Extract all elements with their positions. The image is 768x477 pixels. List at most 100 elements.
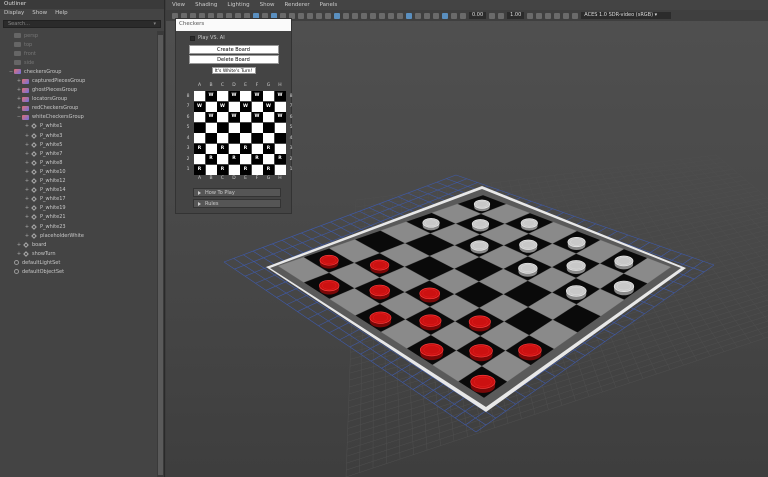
board-cell[interactable]: W — [274, 112, 286, 122]
board-cell[interactable] — [240, 91, 251, 101]
toolbar-button[interactable] — [498, 12, 505, 19]
toolbar-button[interactable] — [334, 12, 340, 19]
toolbar-button[interactable] — [460, 12, 466, 19]
board-cell[interactable]: W — [240, 101, 251, 112]
board-cell[interactable] — [240, 122, 251, 133]
board-cell[interactable] — [274, 164, 286, 175]
outliner-node[interactable]: + P_white23 — [0, 222, 157, 231]
board-cell[interactable] — [228, 164, 240, 175]
board-cell[interactable]: R — [274, 154, 286, 164]
board-cell[interactable] — [228, 143, 240, 154]
toolbar-button[interactable] — [406, 12, 412, 19]
board-cell[interactable] — [217, 154, 228, 164]
board-cell[interactable] — [263, 133, 274, 143]
outliner-node[interactable]: + P_white3 — [0, 131, 157, 140]
expand-toggle-icon[interactable]: + — [24, 233, 30, 239]
outliner-node[interactable]: defaultLightSet — [0, 258, 157, 267]
outliner-node[interactable]: + P_white14 — [0, 186, 157, 195]
toolbar-button[interactable] — [343, 12, 349, 19]
board-cell[interactable]: W — [205, 91, 217, 101]
toolbar-button[interactable] — [379, 12, 385, 19]
board-cell[interactable] — [251, 143, 263, 154]
outliner-node[interactable]: + P_white19 — [0, 204, 157, 213]
how-to-play-frame[interactable]: How To Play — [193, 188, 281, 197]
expand-toggle-icon[interactable]: + — [24, 160, 30, 166]
outliner-node[interactable]: − checkersGroup — [0, 67, 157, 76]
toolbar-button[interactable] — [325, 12, 331, 19]
outliner-node[interactable]: + placeholderWhite — [0, 231, 157, 240]
board-cell[interactable]: R — [240, 143, 251, 154]
board-cell[interactable]: R — [194, 164, 205, 175]
outliner-node[interactable]: + P_white1 — [0, 122, 157, 131]
expand-arrow-icon[interactable] — [198, 201, 201, 206]
create-board-button[interactable]: Create Board — [188, 45, 279, 54]
board-cell[interactable]: R — [205, 154, 217, 164]
menu-panels[interactable]: Panels — [320, 2, 338, 8]
board-cell[interactable]: W — [228, 112, 240, 122]
board-cell[interactable]: R — [217, 143, 228, 154]
board-cell[interactable]: W — [217, 101, 228, 112]
outliner-node[interactable]: + P_white21 — [0, 213, 157, 222]
board-cell[interactable] — [194, 122, 205, 133]
board-cell[interactable] — [194, 133, 205, 143]
outliner-node[interactable]: + redCheckersGroup — [0, 104, 157, 113]
board-cell[interactable] — [240, 133, 251, 143]
expand-toggle-icon[interactable]: + — [24, 187, 30, 193]
board-cell[interactable] — [251, 122, 263, 133]
board-cell[interactable] — [194, 91, 205, 101]
board-cell[interactable]: W — [251, 91, 263, 101]
scrollbar-thumb[interactable] — [158, 35, 163, 475]
delete-board-button[interactable]: Delete Board — [188, 55, 279, 64]
expand-toggle-icon[interactable]: + — [24, 205, 30, 211]
outliner-node[interactable]: + P_white17 — [0, 195, 157, 204]
board-cell[interactable]: W — [205, 112, 217, 122]
outliner-node[interactable]: top — [0, 40, 157, 49]
toolbar-button[interactable] — [352, 12, 358, 19]
menu-display[interactable]: Display — [4, 10, 24, 17]
board-cell[interactable] — [240, 112, 251, 122]
toolbar-button[interactable] — [451, 12, 457, 19]
menu-lighting[interactable]: Lighting — [227, 2, 249, 8]
dropdown-arrow-icon[interactable]: ▾ — [153, 21, 156, 27]
toolbar-button[interactable] — [370, 12, 376, 19]
board-cell[interactable] — [263, 112, 274, 122]
outliner-node[interactable]: + board — [0, 240, 157, 249]
toolbar-button[interactable] — [361, 12, 367, 19]
outliner-node[interactable]: + P_white12 — [0, 177, 157, 186]
toolbar-button[interactable] — [489, 12, 496, 19]
play-ai-checkbox[interactable] — [190, 35, 195, 41]
board-cell[interactable] — [251, 101, 263, 112]
toolbar-button[interactable] — [298, 12, 304, 19]
board-cell[interactable]: W — [274, 91, 286, 101]
menu-show[interactable]: Show — [32, 10, 47, 17]
expand-toggle-icon[interactable]: + — [24, 123, 30, 129]
board-cell[interactable]: R — [194, 143, 205, 154]
board-cell[interactable]: W — [251, 112, 263, 122]
board-cell[interactable] — [217, 122, 228, 133]
outliner-search-input[interactable]: Search... ▾ — [3, 20, 161, 28]
outliner-node[interactable]: + P_white8 — [0, 158, 157, 167]
board-cell[interactable] — [274, 101, 286, 112]
colorspace-select[interactable]: ACES 1.0 SDR-video (sRGB) ▾ — [581, 12, 672, 19]
exposure-field[interactable]: 0.00 — [469, 12, 487, 19]
expand-toggle-icon[interactable]: + — [16, 251, 22, 257]
outliner-node[interactable]: + showTurn — [0, 249, 157, 258]
toolbar-button[interactable] — [554, 12, 561, 19]
board-cell[interactable]: W — [228, 91, 240, 101]
board-cell[interactable] — [274, 122, 286, 133]
board-cell[interactable] — [274, 133, 286, 143]
outliner-node[interactable]: − whiteCheckersGroup — [0, 113, 157, 122]
menu-show[interactable]: Show — [260, 2, 275, 8]
toolbar-button[interactable] — [442, 12, 448, 19]
expand-toggle-icon[interactable]: + — [24, 133, 30, 139]
outliner-node[interactable]: + P_white10 — [0, 167, 157, 176]
board-cell[interactable] — [205, 133, 217, 143]
outliner-scrollbar[interactable] — [157, 31, 164, 477]
board-cell[interactable] — [228, 101, 240, 112]
board-cell[interactable] — [263, 91, 274, 101]
rules-frame[interactable]: Rules — [193, 199, 281, 208]
board-cell[interactable] — [263, 122, 274, 133]
board-cell[interactable] — [240, 154, 251, 164]
board-cell[interactable] — [217, 133, 228, 143]
board-cell[interactable] — [205, 164, 217, 175]
